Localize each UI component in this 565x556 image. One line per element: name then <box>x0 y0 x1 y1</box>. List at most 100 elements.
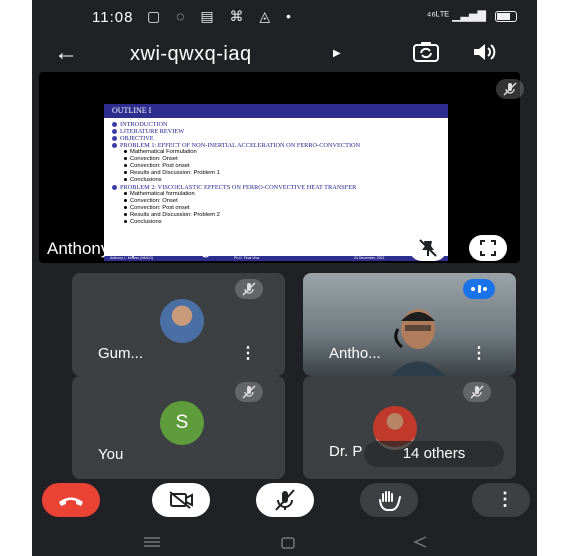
slide-section-item: INTRODUCTION <box>112 121 448 128</box>
slide-section-item: LITERATURE REVIEW <box>112 128 448 135</box>
camera-switch-icon[interactable] <box>412 40 440 64</box>
back-arrow-icon[interactable]: ← <box>54 39 78 67</box>
slide-item-text: Conclusions <box>130 177 162 183</box>
bullet-icon <box>112 122 117 128</box>
participant-tile-2[interactable]: Antho... ⋮ <box>303 273 516 376</box>
slide-sub-item: Convection: Post onset <box>112 205 448 212</box>
slide-item-text: PROBLEM 2: VISCOELASTIC EFFECTS ON FERRO… <box>120 184 357 191</box>
slide-sub-item: Results and Discussion: Problem 1 <box>112 170 448 177</box>
bullet-icon <box>124 156 127 160</box>
shared-slide: OUTLINE I INTRODUCTION LITERATURE REVIEW O… <box>104 104 448 261</box>
bullet-icon <box>124 170 127 174</box>
slide-sub-item: Results and Discussion: Problem 2 <box>112 212 448 219</box>
slide-item-text: LITERATURE REVIEW <box>120 128 185 135</box>
slide-item-text: Conclusions <box>130 219 162 225</box>
meeting-header: ← xwi-qwxq-iaq ▶ <box>32 34 537 74</box>
speaker-icon[interactable] <box>470 40 498 64</box>
mic-off-icon <box>242 282 256 296</box>
slide-sub-item: Mathematical formulation <box>112 191 448 198</box>
presentation-mic-off-badge <box>496 79 524 99</box>
meet-screen: 11:08 ▢ ◌ ▤ ⌘ ◬ • ⁴⁶ᴸᵀᴱ ▁▃▅▇ ← xwi-qwxq-… <box>32 0 537 556</box>
slide-item-text: INTRODUCTION <box>120 121 168 128</box>
more-vertical-icon[interactable]: ⋮ <box>240 343 256 363</box>
slide-footer-title: Ph.D. Final Viva <box>234 256 260 260</box>
slide-item-text: Results and Discussion: Problem 1 <box>130 170 220 176</box>
pin-off-icon <box>419 239 437 257</box>
status-time: 11:08 <box>92 9 134 26</box>
slide-item-text: PROBLEM 1: EFFECT OF NON-INERTIAL ACCELE… <box>120 142 361 149</box>
participant-name: Antho... <box>329 345 381 362</box>
bullet-icon <box>124 191 127 195</box>
mic-off-icon <box>242 385 256 399</box>
mic-off-icon <box>503 82 517 96</box>
presentation-view[interactable]: OUTLINE I INTRODUCTION LITERATURE REVIEW O… <box>39 72 524 263</box>
status-bar: 11:08 ▢ ◌ ▤ ⌘ ◬ • ⁴⁶ᴸᵀᴱ ▁▃▅▇ <box>32 0 537 34</box>
bullet-icon <box>124 163 127 167</box>
slide-item-text: Mathematical Formulation <box>130 149 197 155</box>
bullet-icon <box>124 149 127 153</box>
more-vertical-icon[interactable]: ⋮ <box>471 343 487 363</box>
bullet-icon <box>124 198 127 202</box>
bullet-icon <box>112 143 117 149</box>
phone-hangup-icon <box>59 497 83 506</box>
slide-section-item: OBJECTIVE <box>112 135 448 142</box>
camera-off-icon <box>169 491 193 509</box>
participant-video <box>390 309 446 376</box>
slide-outline: INTRODUCTION LITERATURE REVIEW OBJECTIVE PR… <box>104 118 448 226</box>
bullet-icon <box>112 129 117 135</box>
bullet-icon <box>112 185 117 191</box>
slide-sub-item: Mathematical Formulation <box>112 149 448 156</box>
mic-off-icon <box>470 385 484 399</box>
mic-toggle-button[interactable] <box>256 483 314 517</box>
meeting-code[interactable]: xwi-qwxq-iaq <box>130 43 252 66</box>
others-count-pill[interactable]: 14 others <box>364 441 504 467</box>
mic-off-badge <box>463 382 491 402</box>
audio-level-icon <box>471 285 487 293</box>
participant-name: You <box>98 446 124 463</box>
recents-icon[interactable] <box>142 536 162 548</box>
camera-toggle-button[interactable] <box>152 483 210 517</box>
mic-off-badge <box>235 279 263 299</box>
unpin-button[interactable] <box>409 235 447 261</box>
slide-sub-item: Conclusions <box>112 219 448 226</box>
notification-icons: ▢ ◌ ▤ ⌘ ◬ • <box>147 8 297 24</box>
participant-tile-self[interactable]: S You <box>72 376 285 479</box>
slide-section-item: PROBLEM 1: EFFECT OF NON-INERTIAL ACCELE… <box>112 142 448 149</box>
back-triangle-icon[interactable] <box>412 535 428 549</box>
slide-item-text: Convection: Onset <box>130 156 178 162</box>
call-controls: ⋮ <box>32 483 537 523</box>
bullet-icon <box>124 177 127 181</box>
presenting-label: Anthony is presenting <box>47 239 211 258</box>
battery-icon <box>495 10 517 22</box>
end-call-button[interactable] <box>42 483 100 517</box>
bullet-icon <box>124 219 127 223</box>
participant-tile-1[interactable]: Gum... ⋮ <box>72 273 285 376</box>
slide-item-text: Convection: Post onset <box>130 205 190 211</box>
speaking-indicator <box>463 279 495 299</box>
signal-icon: ▁▃▅▇ <box>452 10 486 22</box>
hand-icon <box>379 491 401 511</box>
bullet-icon <box>124 205 127 209</box>
participant-name: Gum... <box>98 345 144 362</box>
slide-footer-date: 24 December, 2021 <box>354 256 385 260</box>
network-signal-label: ⁴⁶ᴸᵀᴱ <box>426 10 450 22</box>
home-icon[interactable] <box>280 536 296 550</box>
slide-item-text: Convection: Onset <box>130 198 178 204</box>
fullscreen-icon <box>480 240 496 256</box>
participant-avatar: S <box>160 401 204 445</box>
fullscreen-button[interactable] <box>469 235 507 261</box>
bullet-icon <box>124 212 127 216</box>
bullet-icon <box>112 136 117 142</box>
participant-avatar <box>160 299 204 343</box>
slide-sub-item: Convection: Onset <box>112 198 448 205</box>
raise-hand-button[interactable] <box>360 483 418 517</box>
participant-name: Dr. P <box>329 443 363 460</box>
slide-header: OUTLINE I <box>104 104 448 118</box>
mic-off-icon <box>275 489 295 511</box>
slide-section-item: PROBLEM 2: VISCOELASTIC EFFECTS ON FERRO… <box>112 184 448 191</box>
status-network: ⁴⁶ᴸᵀᴱ ▁▃▅▇ <box>427 9 517 22</box>
slide-sub-item: Convection: Onset <box>112 156 448 163</box>
more-options-button[interactable]: ⋮ <box>472 483 530 517</box>
mic-off-badge <box>235 382 263 402</box>
caret-right-icon[interactable]: ▶ <box>333 48 341 59</box>
